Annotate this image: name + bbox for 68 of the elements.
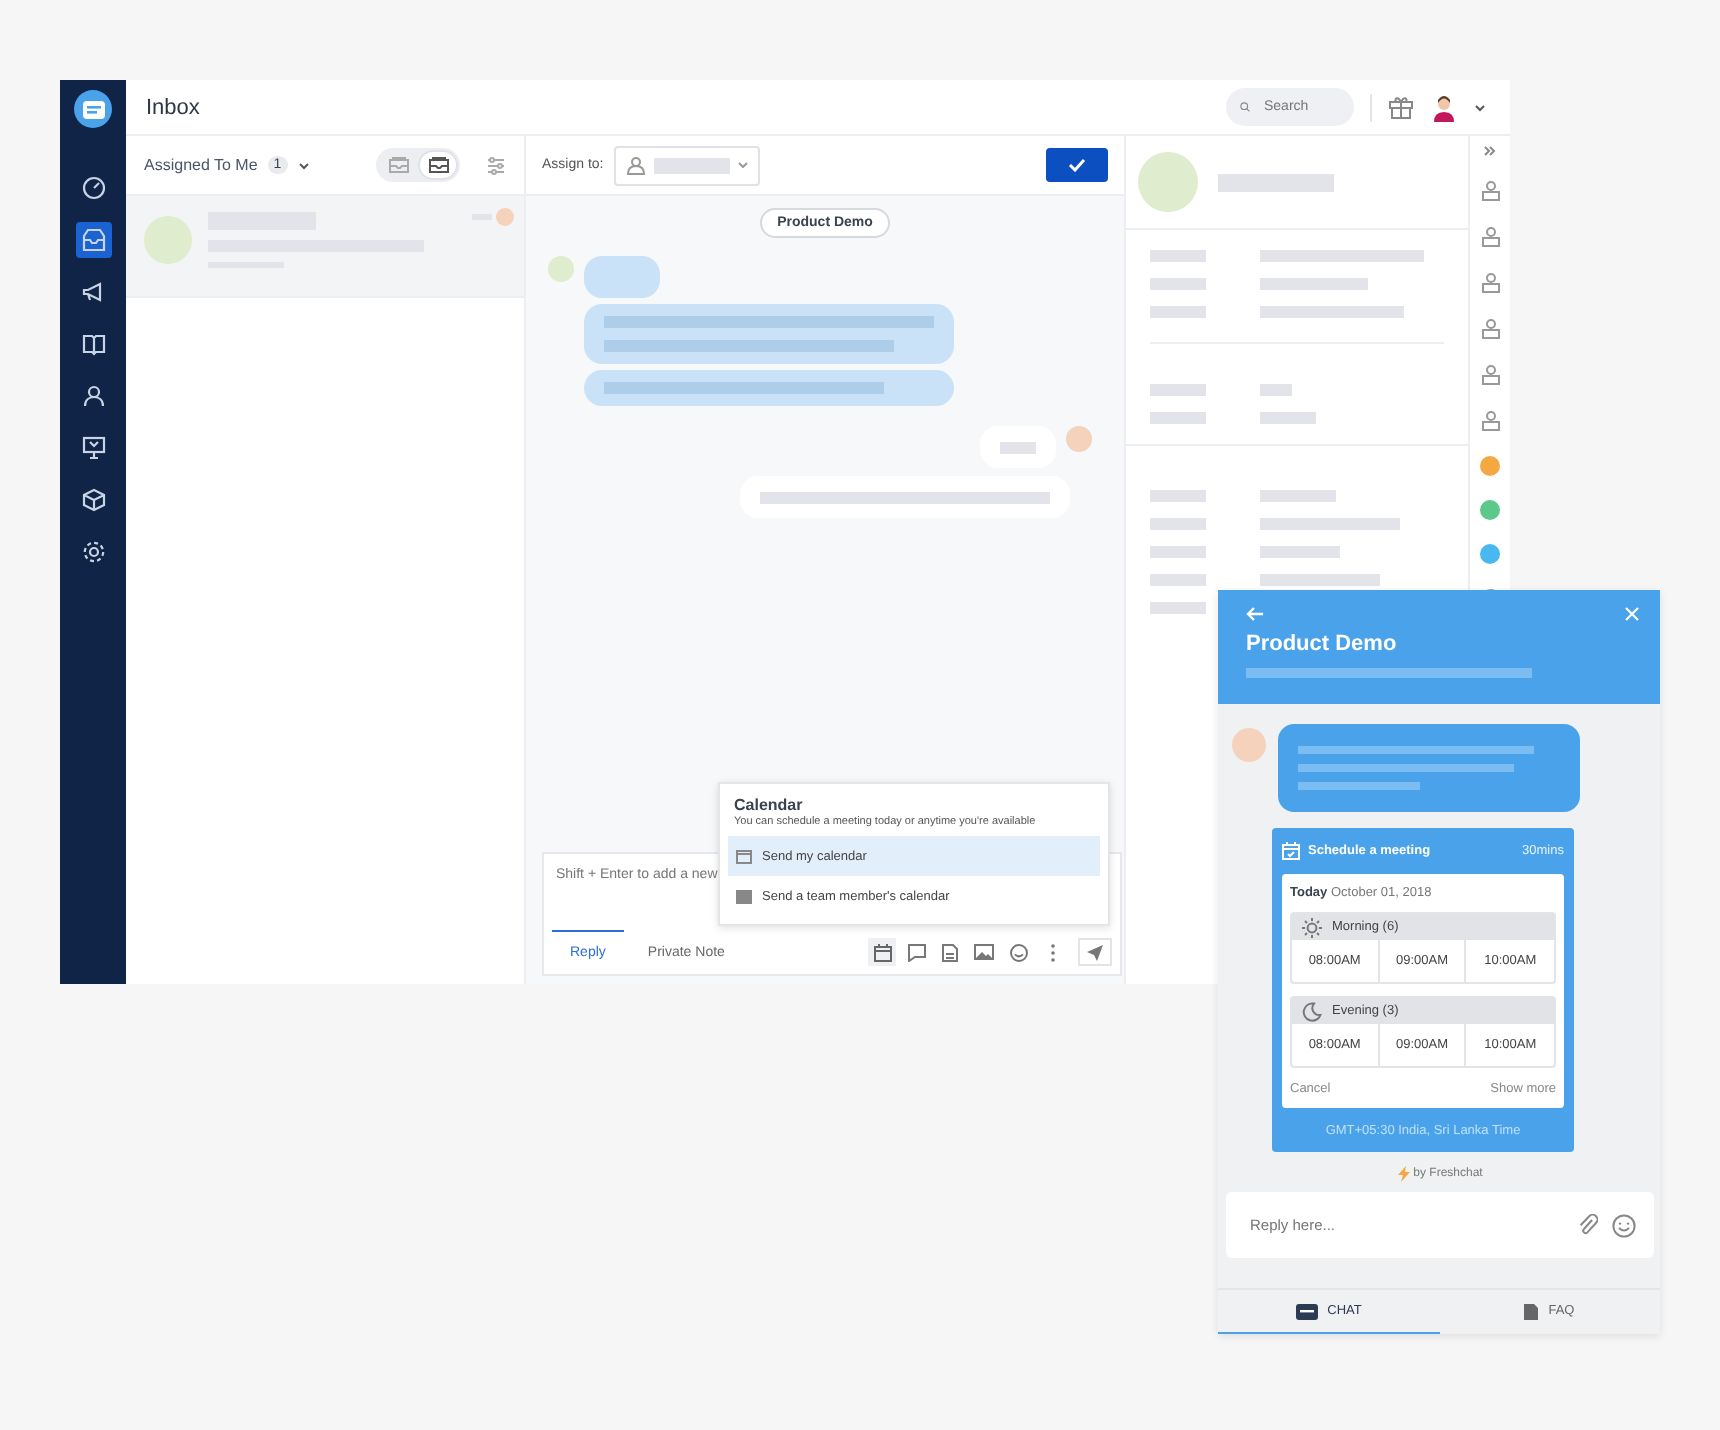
- image-icon[interactable]: [970, 938, 998, 966]
- placeholder-bar: [1260, 490, 1336, 502]
- avatar-icon[interactable]: [1430, 93, 1458, 121]
- avatar-placeholder: [1232, 728, 1266, 762]
- placeholder-bar: [1150, 250, 1206, 262]
- placeholder-bar: [1260, 574, 1380, 586]
- search-icon: [1240, 98, 1250, 116]
- placeholder-bar: [1150, 546, 1206, 558]
- avatar-placeholder: [1066, 426, 1092, 452]
- widget-title: Product Demo: [1246, 632, 1399, 656]
- send-button[interactable]: [1078, 938, 1112, 966]
- filter-dropdown[interactable]: Assigned To Me: [144, 156, 258, 174]
- back-icon[interactable]: [1246, 606, 1264, 622]
- placeholder-bar: [1260, 306, 1404, 318]
- caret-icon: [737, 162, 748, 168]
- avatar-placeholder: [496, 208, 514, 226]
- paperclip-icon[interactable]: [1578, 1214, 1598, 1236]
- avatar-placeholder: [548, 256, 574, 282]
- emoji-icon[interactable]: [1004, 938, 1032, 966]
- assignee-dropdown[interactable]: [613, 145, 760, 185]
- avatar-placeholder: [144, 216, 192, 264]
- checkmark-icon: [1068, 158, 1086, 172]
- placeholder-bar: [1260, 412, 1316, 424]
- sliders-icon[interactable]: [486, 155, 506, 175]
- close-icon[interactable]: [1624, 606, 1640, 622]
- chat-icon: [1295, 1303, 1318, 1319]
- placeholder-bar: [1150, 490, 1206, 502]
- logo-icon: [74, 90, 112, 128]
- message-bubble: [584, 256, 660, 298]
- caret-icon[interactable]: [1474, 103, 1486, 111]
- popup-title: Calendar: [732, 796, 805, 814]
- placeholder-bar: [1218, 173, 1334, 191]
- caret-icon[interactable]: [297, 161, 310, 169]
- integration-icon[interactable]: [1480, 544, 1500, 564]
- placeholder-bar: [1150, 602, 1206, 614]
- calendar-icon: [1282, 841, 1300, 859]
- placeholder-bar: [1150, 574, 1206, 586]
- placeholder-bar: [1150, 306, 1206, 318]
- integration-icon[interactable]: [1480, 500, 1500, 520]
- page-title: Inbox: [146, 95, 202, 119]
- document-icon[interactable]: [936, 938, 964, 966]
- expand-icon[interactable]: [1484, 146, 1496, 156]
- note-icon[interactable]: [902, 938, 930, 966]
- send-icon: [1086, 943, 1104, 961]
- document-icon: [1524, 1303, 1539, 1319]
- placeholder-bar: [1150, 384, 1206, 396]
- sun-icon: [1302, 917, 1322, 937]
- moon-icon: [1302, 1001, 1322, 1021]
- calendar-icon: [736, 848, 752, 864]
- calendar-icon[interactable]: [868, 938, 896, 966]
- message-bubble: [980, 426, 1056, 468]
- confirm-button[interactable]: [1046, 148, 1108, 182]
- lightning-icon: [1397, 1166, 1410, 1182]
- placeholder-bar: [1150, 518, 1206, 530]
- placeholder-bar: [1260, 278, 1368, 290]
- placeholder-bar: [1150, 412, 1206, 424]
- emoji-icon[interactable]: [1612, 1213, 1636, 1237]
- placeholder-bar: [1260, 546, 1340, 558]
- person-icon: [625, 155, 646, 175]
- integration-icon[interactable]: [1480, 456, 1500, 476]
- inbox-icon[interactable]: [75, 222, 111, 258]
- avatar-placeholder: [1138, 152, 1198, 212]
- tray-icon[interactable]: [420, 152, 456, 178]
- gift-icon[interactable]: [1388, 94, 1414, 120]
- placeholder-bar: [1260, 384, 1292, 396]
- placeholder-bar: [1150, 278, 1206, 290]
- calendar-icon: [736, 888, 752, 904]
- placeholder-bar: [1260, 518, 1400, 530]
